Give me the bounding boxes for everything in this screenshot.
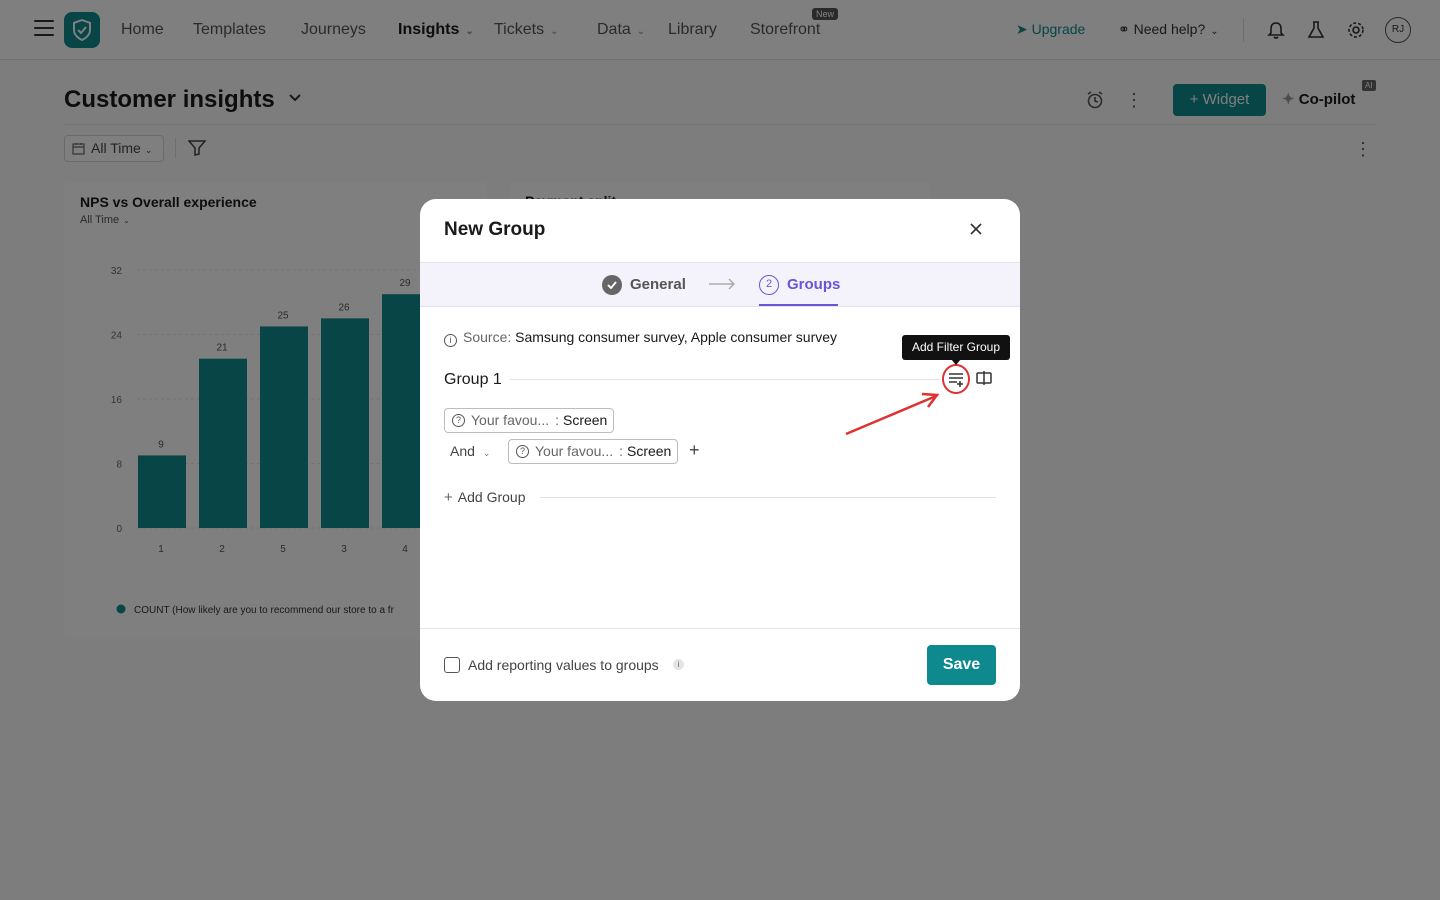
dialog-title: New Group <box>444 219 546 240</box>
arrow-right-icon <box>709 278 735 290</box>
checkbox-label[interactable]: Add reporting values to groups <box>468 657 659 673</box>
tooltip-pointer <box>951 359 961 365</box>
active-step-indicator <box>759 304 838 306</box>
split-group-icon[interactable] <box>975 369 993 387</box>
info-icon[interactable]: i <box>673 659 684 670</box>
check-icon <box>602 275 622 295</box>
info-icon: i <box>444 334 457 347</box>
highlight-circle <box>942 364 970 394</box>
new-group-dialog: New Group General 2 Groups i Source: Sams… <box>420 199 1020 701</box>
filter-chip[interactable]: ? Your favou...: Screen <box>444 408 615 433</box>
plus-icon: + <box>444 489 453 506</box>
group-divider <box>510 379 940 380</box>
group-title: Group 1 <box>444 371 502 388</box>
question-icon: ? <box>452 414 465 427</box>
stepper: General 2 Groups <box>420 262 1020 307</box>
tooltip: Add Filter Group <box>902 335 1010 360</box>
add-group-divider <box>540 497 996 498</box>
step-general[interactable]: General <box>630 276 686 293</box>
filter-chip[interactable]: ? Your favou...: Screen <box>508 439 679 464</box>
step-number-badge: 2 <box>759 275 779 295</box>
save-button[interactable]: Save <box>927 645 996 685</box>
conjunction-select[interactable]: And ⌄ <box>450 443 490 459</box>
reporting-values-checkbox[interactable] <box>444 657 460 673</box>
footer-divider <box>420 628 1020 629</box>
chevron-down-icon: ⌄ <box>482 448 491 458</box>
add-group-button[interactable]: + Add Group <box>444 489 525 506</box>
question-icon: ? <box>516 445 529 458</box>
source-info: i Source: Samsung consumer survey, Apple … <box>444 329 837 347</box>
step-groups[interactable]: Groups <box>787 276 840 293</box>
annotation-arrow-icon <box>845 392 940 436</box>
add-filter-plus-icon[interactable]: + <box>689 441 700 459</box>
close-icon[interactable] <box>968 221 984 237</box>
